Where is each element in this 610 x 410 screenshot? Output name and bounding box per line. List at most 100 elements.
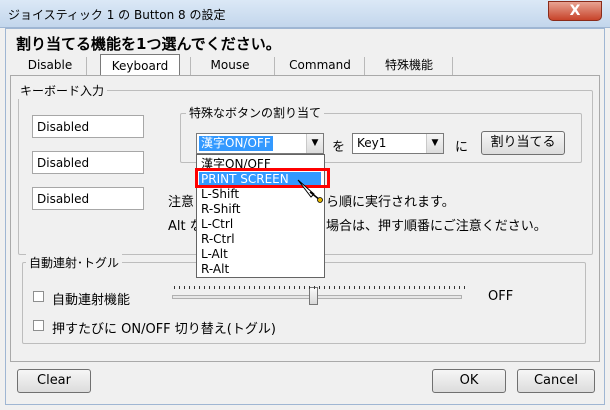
clear-button[interactable]: Clear (17, 369, 91, 393)
slider-tick (294, 286, 295, 289)
tab-separator (190, 57, 191, 75)
slider-thumb[interactable] (309, 287, 318, 305)
tab-separator (452, 57, 453, 75)
toggle-checkbox[interactable] (33, 320, 44, 331)
slider-tick (374, 286, 375, 289)
slider-tick (214, 286, 215, 289)
slider-tick (414, 286, 415, 289)
slider-tick (184, 286, 185, 289)
auto-fire-checkbox[interactable] (33, 291, 44, 302)
cursor-icon (297, 179, 323, 203)
slider-tick (229, 286, 230, 289)
note-line-1-rest: ら順に実行されます。 (326, 195, 455, 210)
note-line-1: 注意 (168, 195, 195, 210)
slider-tick (394, 286, 395, 289)
ni-label: に (455, 140, 469, 155)
slider-tick (279, 286, 280, 289)
special-key-combo[interactable]: 漢字ON/OFF ▼ (196, 133, 324, 154)
slider-tick (409, 286, 410, 289)
special-key-combo-value: 漢字ON/OFF (199, 136, 273, 151)
tab-separator (364, 57, 365, 75)
tab-separator (86, 57, 87, 75)
slider-tick (259, 286, 260, 289)
window-title: ジョイスティック 1 の Button 8 の設定 (8, 8, 226, 22)
slider-tick (239, 286, 240, 289)
slider-tick (264, 286, 265, 289)
slider-tick (204, 286, 205, 289)
dropdown-item[interactable]: R-Alt (199, 262, 321, 277)
slider-tick (244, 286, 245, 289)
slider-tick (379, 286, 380, 289)
slider-tick (254, 286, 255, 289)
slider-value: OFF (488, 289, 514, 304)
chevron-down-icon[interactable]: ▼ (426, 134, 443, 153)
slider-tick (399, 286, 400, 289)
slider-tick (194, 286, 195, 289)
keyboard-group-legend: キーボード入力 (17, 82, 108, 99)
slider-tick (174, 286, 175, 289)
slider-tick (289, 286, 290, 289)
key-field-1[interactable] (32, 115, 144, 138)
slider-tick (209, 286, 210, 289)
ok-button[interactable]: OK (432, 369, 506, 393)
tab-special[interactable]: 特殊機能 (374, 54, 444, 76)
slider-tick (434, 286, 435, 289)
slider-tick (384, 286, 385, 289)
key-field-2[interactable] (32, 151, 144, 174)
auto-fire-label: 自動連射機能 (52, 293, 131, 308)
slider-tick (354, 286, 355, 289)
slider-tick (284, 286, 285, 289)
dropdown-item[interactable]: R-Shift (199, 202, 321, 217)
tab-command[interactable]: Command (284, 54, 356, 76)
chevron-down-icon[interactable]: ▼ (306, 134, 323, 153)
slider-tick (299, 286, 300, 289)
slider-tick (404, 286, 405, 289)
special-group-legend: 特殊なボタンの割り当て (186, 104, 325, 121)
tab-disable[interactable]: Disable (20, 54, 80, 76)
slider-tick (199, 286, 200, 289)
slider-tick (459, 286, 460, 289)
tab-keyboard[interactable]: Keyboard (100, 54, 180, 76)
slider-tick (319, 286, 320, 289)
slider-tick (234, 286, 235, 289)
close-button[interactable]: X (548, 1, 602, 21)
slider-tick (269, 286, 270, 289)
target-key-combo[interactable]: Key1 ▼ (352, 133, 444, 154)
dropdown-item[interactable]: L-Alt (199, 247, 321, 262)
slider-tick (224, 286, 225, 289)
slider-tick (454, 286, 455, 289)
title-bar: ジョイスティック 1 の Button 8 の設定 X (0, 0, 610, 28)
toggle-group-legend: 自動連射･トグル (26, 254, 123, 271)
slider-tick (464, 286, 465, 289)
dropdown-item[interactable]: R-Ctrl (199, 232, 321, 247)
instruction-text: 割り当てる機能を1つ選んでください。 (16, 35, 281, 53)
slider-tick (449, 286, 450, 289)
slider-tick (309, 286, 310, 289)
tab-separator (274, 57, 275, 75)
toggle-label: 押すたびに ON/OFF 切り替え(トグル) (52, 322, 276, 337)
key-field-3[interactable] (32, 187, 144, 210)
slider-tick (339, 286, 340, 289)
slider-tick (344, 286, 345, 289)
slider-tick (389, 286, 390, 289)
slider-tick (424, 286, 425, 289)
note-line-2-rest: 場合は、押す順番にご注意ください。 (326, 219, 547, 234)
slider-tick (349, 286, 350, 289)
slider-tick (274, 286, 275, 289)
slider-tick (314, 286, 315, 289)
slider-tick (369, 286, 370, 289)
cancel-button[interactable]: Cancel (517, 369, 595, 393)
slider-tick (249, 286, 250, 289)
slider-tick (329, 286, 330, 289)
slider-tick (304, 286, 305, 289)
slider-tick (359, 286, 360, 289)
slider-tick (334, 286, 335, 289)
tab-mouse[interactable]: Mouse (200, 54, 260, 76)
dropdown-item[interactable]: L-Ctrl (199, 217, 321, 232)
assign-button[interactable]: 割り当てる (481, 131, 565, 155)
slider-tick (419, 286, 420, 289)
slider-tick (189, 286, 190, 289)
slider-tick (439, 286, 440, 289)
close-icon: X (569, 3, 581, 19)
slider-tick (219, 286, 220, 289)
